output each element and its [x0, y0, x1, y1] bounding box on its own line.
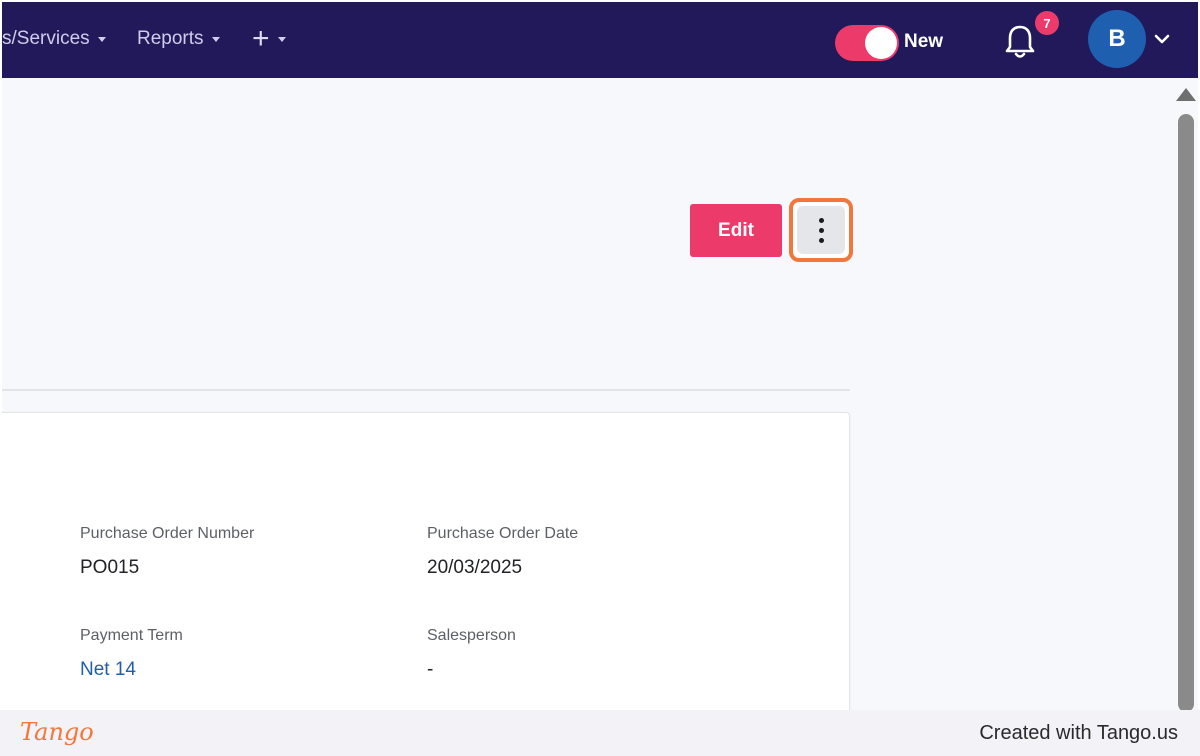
tango-logo: Tango — [20, 718, 94, 746]
nav-item-products-services[interactable]: s/Services — [2, 26, 106, 52]
dot — [818, 217, 824, 223]
salesperson-value: - — [427, 659, 434, 680]
notification-count-badge: 7 — [1035, 11, 1059, 35]
scrollbar-thumb[interactable] — [1178, 114, 1194, 710]
caret-down-icon — [97, 36, 106, 42]
nav-item-reports[interactable]: Reports — [137, 26, 220, 52]
nav-item-create-new[interactable]: + — [252, 22, 286, 55]
nav-item-label: Reports — [137, 28, 204, 49]
toggle-knob — [865, 27, 897, 59]
caret-down-icon — [211, 36, 220, 42]
po-number-value: PO015 — [80, 557, 140, 578]
plus-icon: + — [252, 22, 270, 55]
more-vertical-icon — [797, 206, 845, 254]
created-with-text: Created with Tango.us — [979, 722, 1178, 744]
nav-item-label: s/Services — [2, 28, 90, 49]
dot — [818, 227, 824, 233]
toggle-label: New — [904, 31, 944, 52]
chevron-down-icon[interactable] — [1153, 32, 1171, 46]
notifications-button[interactable] — [1003, 22, 1037, 62]
tango-footer: Tango Created with Tango.us — [0, 710, 1200, 756]
edit-button[interactable]: Edit — [690, 204, 782, 257]
po-date-value: 20/03/2025 — [427, 557, 523, 578]
details-card: Purchase Order Number PO015 Purchase Ord… — [2, 412, 850, 710]
payment-term-label: Payment Term — [80, 627, 183, 644]
salesperson-label: Salesperson — [427, 627, 516, 644]
bell-icon — [1005, 25, 1035, 58]
section-divider — [2, 389, 850, 391]
caret-down-icon — [277, 36, 286, 42]
more-options-button[interactable] — [789, 198, 853, 262]
top-navigation-bar: s/Services Reports + New 7 B — [2, 2, 1198, 78]
payment-term-link[interactable]: Net 14 — [80, 659, 136, 681]
user-avatar[interactable]: B — [1088, 10, 1146, 68]
dot — [818, 237, 824, 243]
scroll-up-arrow-icon[interactable] — [1176, 88, 1196, 101]
po-number-label: Purchase Order Number — [80, 525, 255, 542]
new-ui-toggle[interactable] — [835, 25, 899, 61]
po-date-label: Purchase Order Date — [427, 525, 579, 542]
app-frame: s/Services Reports + New 7 B Edit Purcha… — [2, 2, 1198, 710]
